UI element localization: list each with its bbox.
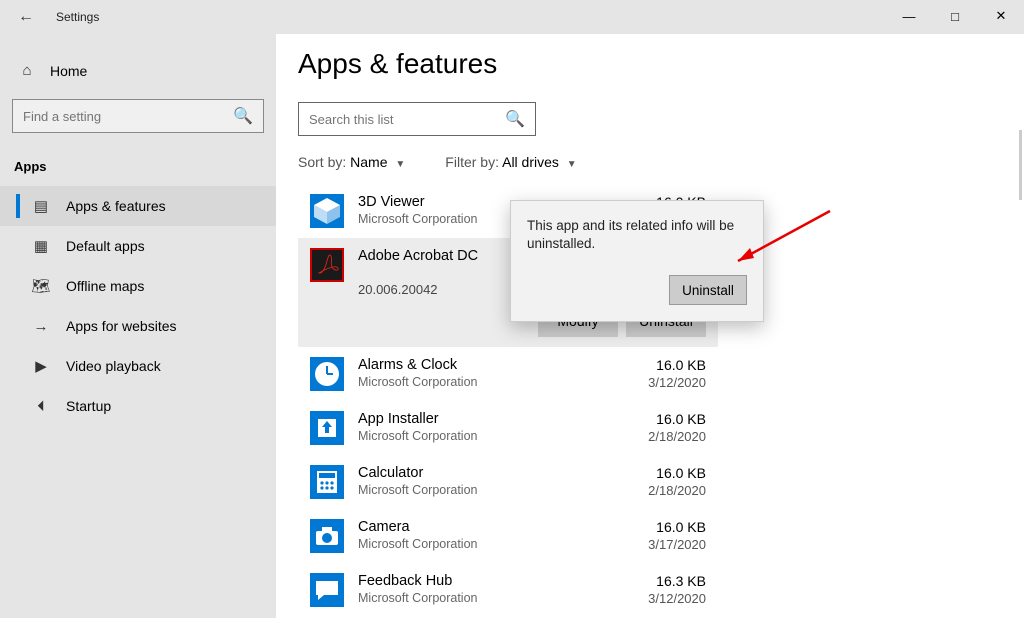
app-size: 16.3 KB: [626, 573, 706, 589]
app-name: Calculator: [358, 465, 626, 481]
search-icon: 🔍: [505, 109, 525, 129]
nav-icon: 🗺: [32, 277, 50, 295]
app-date: 3/12/2020: [626, 375, 706, 390]
app-publisher: Microsoft Corporation: [358, 483, 626, 497]
title-bar: ← Settings: [0, 0, 1024, 34]
app-publisher: Microsoft Corporation: [358, 429, 626, 443]
filter-bar: Sort by: Name ▼ Filter by: All drives ▼: [298, 154, 1018, 170]
nav-label: Video playback: [66, 358, 161, 374]
app-name: Camera: [358, 519, 626, 535]
home-nav[interactable]: ⌂ Home: [0, 52, 276, 89]
home-label: Home: [50, 63, 87, 79]
search-icon: 🔍: [233, 106, 253, 126]
app-row[interactable]: Feedback Hub Microsoft Corporation16.3 KB…: [298, 563, 718, 617]
close-button[interactable]: ✕: [978, 0, 1024, 32]
settings-search[interactable]: 🔍: [12, 99, 264, 133]
app-name: Feedback Hub: [358, 573, 626, 589]
camera-icon: [310, 519, 344, 553]
nav-icon: →: [32, 318, 50, 335]
app-name: Alarms & Clock: [358, 357, 626, 373]
minimize-button[interactable]: —: [886, 0, 932, 32]
uninstall-confirm-popup: This app and its related info will be un…: [510, 200, 764, 322]
installer-icon: [310, 411, 344, 445]
app-size: 16.0 KB: [626, 357, 706, 373]
app-date: 2/18/2020: [626, 483, 706, 498]
window-controls: — □ ✕: [886, 0, 1024, 32]
filter-control[interactable]: Filter by: All drives ▼: [445, 154, 576, 170]
app-publisher: Microsoft Corporation: [358, 375, 626, 389]
app-size: 16.0 KB: [626, 465, 706, 481]
app-size: 16.0 KB: [626, 411, 706, 427]
scrollbar[interactable]: [1019, 130, 1022, 200]
clock-icon: [310, 357, 344, 391]
app-date: 2/18/2020: [626, 429, 706, 444]
app-row[interactable]: App Installer Microsoft Corporation16.0 K…: [298, 401, 718, 455]
nav-icon: ▤: [32, 197, 50, 215]
nav-label: Apps & features: [66, 198, 166, 214]
sidebar-item-apps-for-websites[interactable]: → Apps for websites: [0, 306, 276, 346]
app-row[interactable]: Camera Microsoft Corporation16.0 KB 3/17/2…: [298, 509, 718, 563]
app-name: App Installer: [358, 411, 626, 427]
popup-uninstall-button[interactable]: Uninstall: [669, 275, 747, 305]
nav-icon: ⏴: [32, 398, 50, 415]
app-publisher: Microsoft Corporation: [358, 591, 626, 605]
acrobat-icon: [310, 248, 344, 282]
apps-search[interactable]: 🔍: [298, 102, 536, 136]
sidebar-item-default-apps[interactable]: ▦ Default apps: [0, 226, 276, 266]
sidebar: ⌂ Home 🔍 Apps ▤ Apps & features ▦ Default a…: [0, 34, 276, 618]
nav-icon: ▦: [32, 237, 50, 255]
chevron-down-icon: ▼: [395, 159, 405, 170]
nav-icon: ▶: [32, 357, 50, 375]
content-area: Apps & features 🔍 Sort by: Name ▼ Filter…: [298, 48, 1018, 618]
page-title: Apps & features: [298, 48, 1018, 80]
app-date: 3/17/2020: [626, 537, 706, 552]
popup-message: This app and its related info will be un…: [527, 217, 747, 253]
sidebar-item-offline-maps[interactable]: 🗺 Offline maps: [0, 266, 276, 306]
maximize-button[interactable]: □: [932, 0, 978, 32]
cube-icon: [310, 194, 344, 228]
feedback-icon: [310, 573, 344, 607]
app-publisher: Microsoft Corporation: [358, 537, 626, 551]
sidebar-item-video-playback[interactable]: ▶ Video playback: [0, 346, 276, 386]
app-row[interactable]: Calculator Microsoft Corporation16.0 KB 2/…: [298, 455, 718, 509]
nav-label: Startup: [66, 398, 111, 414]
home-icon: ⌂: [18, 62, 36, 79]
app-date: 3/12/2020: [626, 591, 706, 606]
window-title: Settings: [56, 10, 99, 24]
back-button[interactable]: ←: [18, 8, 34, 26]
nav-label: Apps for websites: [66, 318, 177, 334]
nav-label: Default apps: [66, 238, 145, 254]
chevron-down-icon: ▼: [567, 159, 577, 170]
apps-search-input[interactable]: [309, 112, 505, 127]
nav-label: Offline maps: [66, 278, 144, 294]
sort-control[interactable]: Sort by: Name ▼: [298, 154, 405, 170]
settings-search-input[interactable]: [23, 109, 233, 124]
app-size: 16.0 KB: [626, 519, 706, 535]
sidebar-item-apps-features[interactable]: ▤ Apps & features: [0, 186, 276, 226]
section-heading: Apps: [0, 151, 276, 186]
calc-icon: [310, 465, 344, 499]
app-row[interactable]: Alarms & Clock Microsoft Corporation16.0 …: [298, 347, 718, 401]
sidebar-item-startup[interactable]: ⏴ Startup: [0, 386, 276, 426]
